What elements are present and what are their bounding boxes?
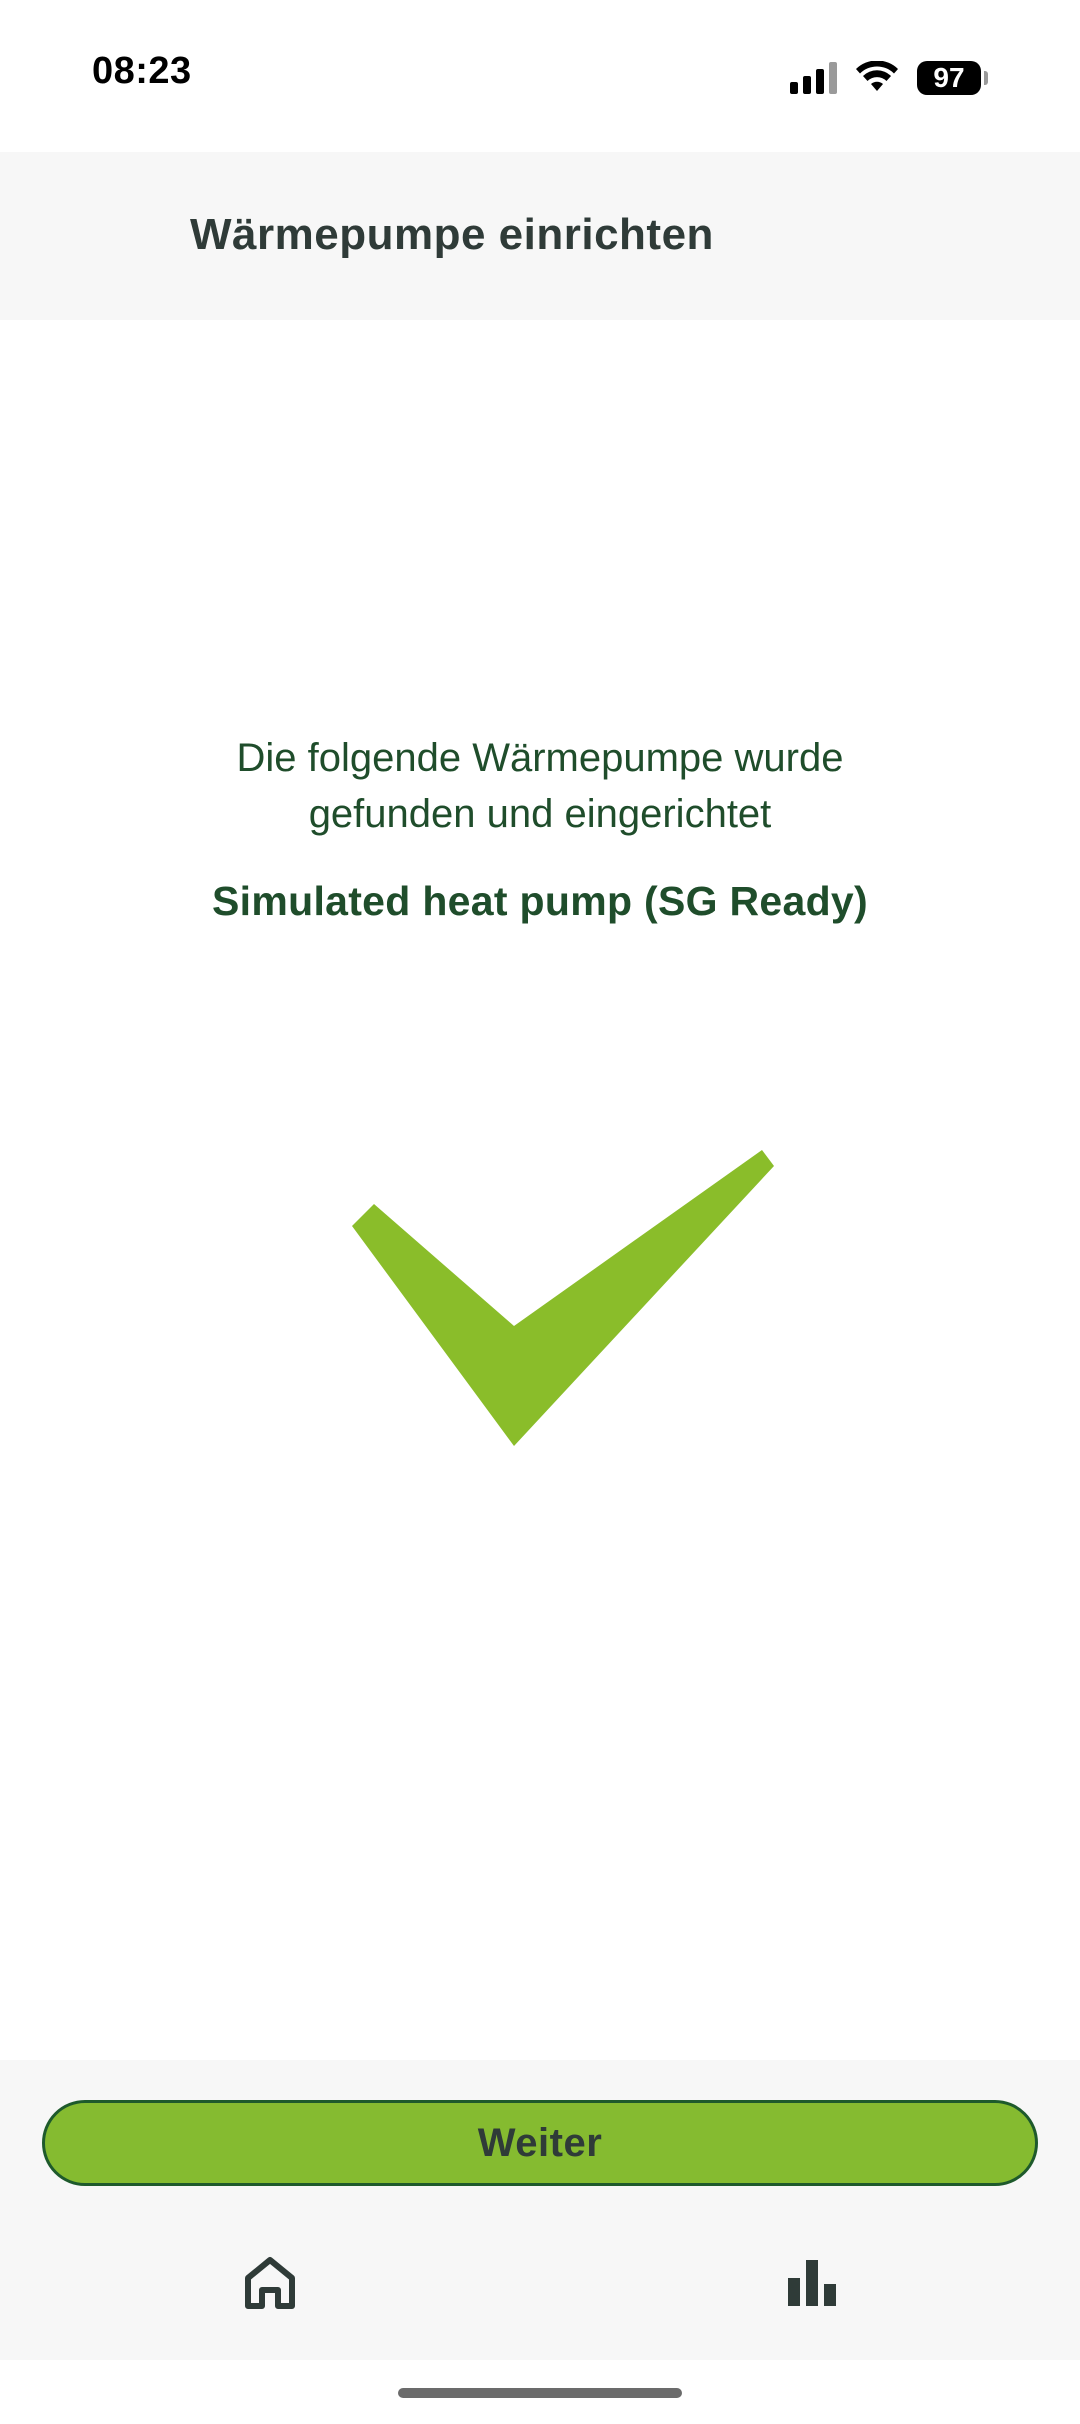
- screen: 08:23 97 Wärmepumpe einrichten Die folge…: [0, 0, 1080, 2424]
- bottom-area: Weiter: [0, 2060, 1080, 2360]
- status-icons: 97: [790, 58, 988, 98]
- found-message: Die folgende Wärmepumpe wurde gefunden u…: [0, 730, 1080, 842]
- found-message-line1: Die folgende Wärmepumpe wurde: [236, 736, 844, 780]
- bottom-nav: [0, 2240, 1080, 2350]
- battery-level: 97: [917, 61, 981, 95]
- wifi-icon: [856, 61, 898, 91]
- page-title: Wärmepumpe einrichten: [190, 210, 714, 259]
- status-bar: 08:23 97: [0, 0, 1080, 152]
- battery-tip: [984, 71, 988, 85]
- home-indicator[interactable]: [398, 2388, 682, 2398]
- home-icon[interactable]: [240, 2252, 300, 2312]
- app-header: Wärmepumpe einrichten: [0, 152, 1080, 320]
- status-time: 08:23: [92, 50, 192, 92]
- main-content: Die folgende Wärmepumpe wurde gefunden u…: [0, 320, 1080, 2060]
- found-message-line2: gefunden und eingerichtet: [308, 792, 772, 836]
- battery-icon: 97: [917, 61, 988, 95]
- bar-chart-icon[interactable]: [782, 2252, 842, 2312]
- home-indicator-area: [0, 2360, 1080, 2424]
- continue-button[interactable]: Weiter: [42, 2100, 1038, 2186]
- device-name: Simulated heat pump (SG Ready): [212, 878, 868, 924]
- checkmark-icon: [352, 1150, 774, 1446]
- signal-icon: [790, 62, 837, 94]
